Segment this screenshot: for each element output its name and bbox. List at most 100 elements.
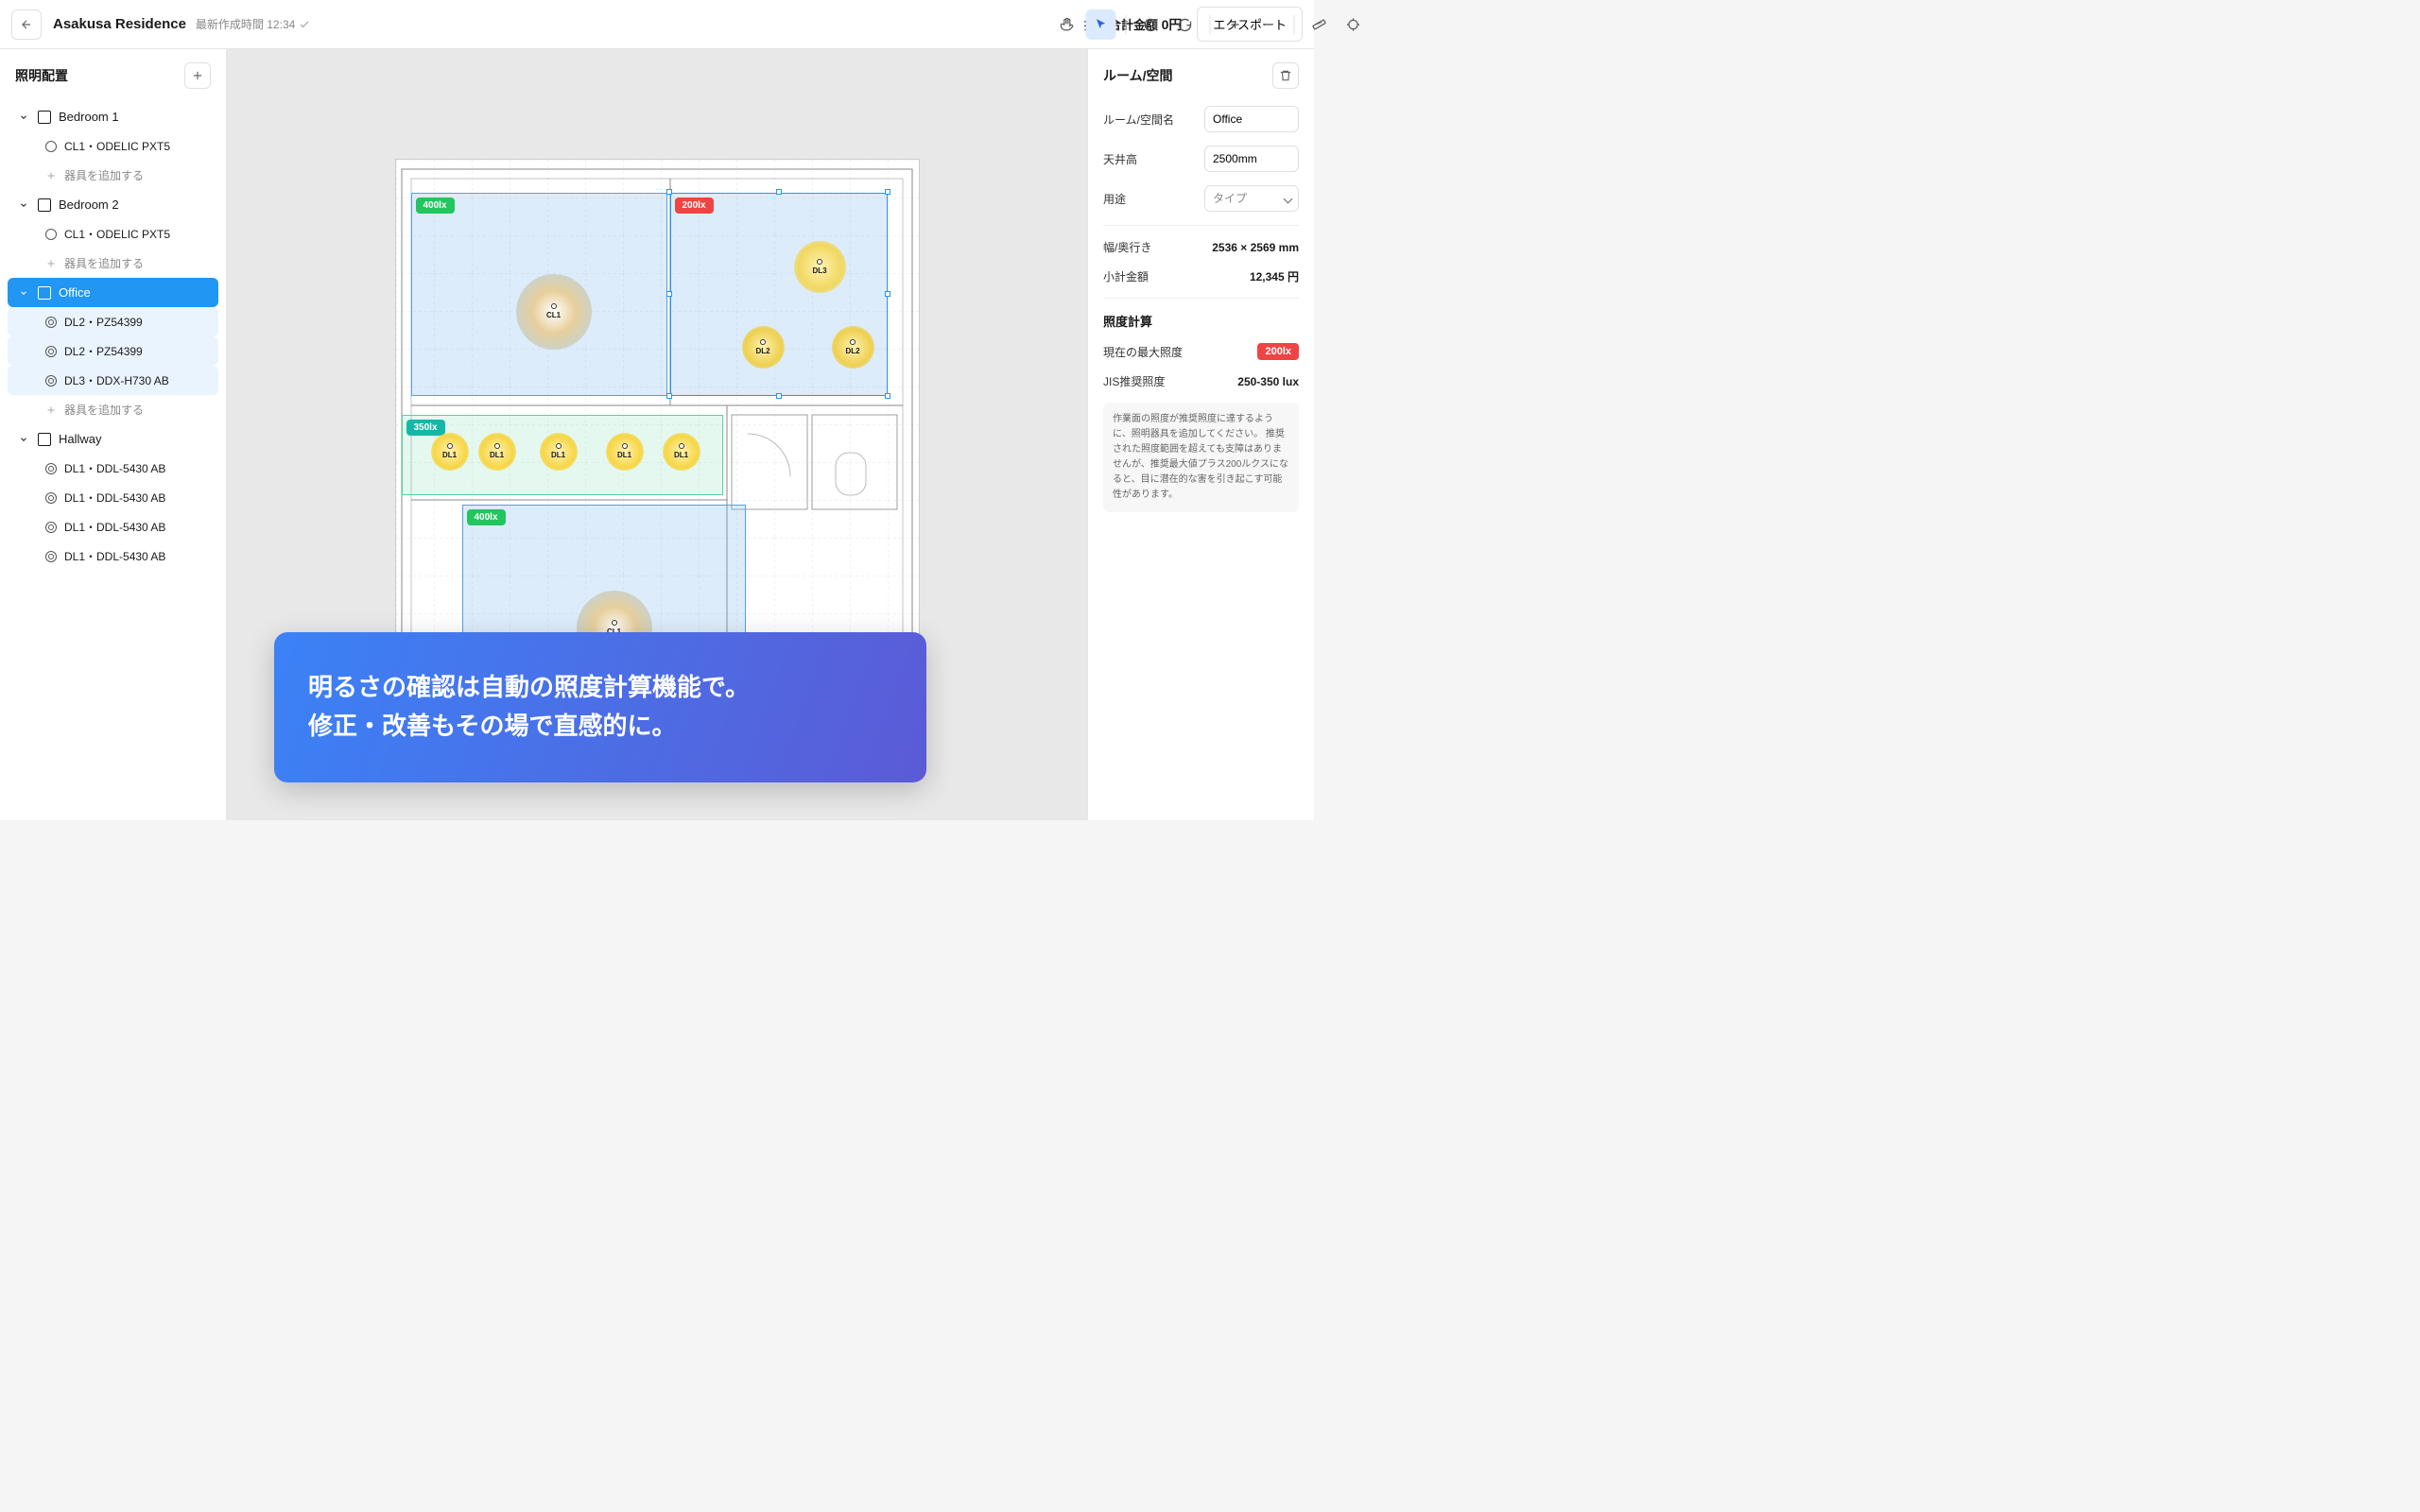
light-dl1[interactable]: DL1 bbox=[540, 433, 578, 471]
pan-tool[interactable] bbox=[1052, 9, 1082, 40]
plus-icon bbox=[45, 170, 57, 181]
resize-handle[interactable] bbox=[666, 393, 672, 399]
chevron-down-icon bbox=[17, 200, 30, 210]
room-label: Bedroom 1 bbox=[59, 110, 119, 124]
target-tool[interactable] bbox=[1339, 9, 1369, 40]
downlight-icon bbox=[45, 346, 57, 357]
sidebar-room-bedroom-1[interactable]: Bedroom 1 bbox=[8, 102, 218, 131]
measure-tool[interactable] bbox=[1305, 9, 1335, 40]
chevron-down-icon bbox=[17, 435, 30, 444]
resize-handle[interactable] bbox=[885, 189, 890, 195]
fixture-item[interactable]: DL1・DDL-5430 AB bbox=[8, 483, 218, 512]
subtotal-value: 12,345 円 bbox=[1250, 268, 1299, 284]
fixture-item[interactable]: DL2・PZ54399 bbox=[8, 307, 218, 336]
downlight-icon bbox=[45, 375, 57, 387]
resize-handle[interactable] bbox=[776, 189, 782, 195]
lux-badge: 400lx bbox=[416, 198, 455, 214]
lux-badge: 350lx bbox=[406, 420, 445, 436]
jis-label: JIS推奨照度 bbox=[1103, 373, 1165, 389]
room-icon bbox=[38, 286, 51, 300]
room-icon bbox=[38, 198, 51, 212]
downlight-icon bbox=[45, 522, 57, 533]
fixture-label: DL2・PZ54399 bbox=[64, 314, 143, 330]
sidebar-room-bedroom-2[interactable]: Bedroom 2 bbox=[8, 190, 218, 219]
light-dl3[interactable]: DL3 bbox=[794, 241, 846, 293]
room-label: Office bbox=[59, 285, 91, 300]
add-fixture-button[interactable]: 器具を追加する bbox=[8, 395, 218, 424]
use-select[interactable]: タイプ bbox=[1204, 185, 1299, 212]
light-dl1[interactable]: DL1 bbox=[478, 433, 516, 471]
redo-button[interactable] bbox=[1170, 9, 1201, 40]
select-tool[interactable] bbox=[1086, 9, 1116, 40]
chevron-down-icon bbox=[17, 112, 30, 122]
fixture-label: DL1・DDL-5430 AB bbox=[64, 490, 165, 506]
fixture-item[interactable]: DL1・DDL-5430 AB bbox=[8, 454, 218, 483]
light-cl1[interactable]: CL1 bbox=[516, 274, 592, 350]
back-button[interactable] bbox=[11, 9, 42, 40]
resize-handle[interactable] bbox=[776, 393, 782, 399]
fixture-item[interactable]: DL2・PZ54399 bbox=[8, 336, 218, 366]
promo-overlay: 明るさの確認は自動の照度計算機能で。 修正・改善もその場で直感的に。 bbox=[274, 632, 926, 782]
zone-office[interactable]: 200lxDL3DL2DL2 bbox=[670, 193, 888, 396]
undo-button[interactable] bbox=[1136, 9, 1167, 40]
ceiling-input[interactable] bbox=[1204, 146, 1299, 172]
panel-title: ルーム/空間 bbox=[1103, 66, 1172, 85]
current-max-label: 現在の最大照度 bbox=[1103, 344, 1183, 360]
remove-tool[interactable] bbox=[1254, 9, 1285, 40]
add-fixture-button[interactable]: 器具を追加する bbox=[8, 249, 218, 278]
timestamp: 最新作成時間 12:34 bbox=[196, 16, 310, 32]
fixture-label: DL1・DDL-5430 AB bbox=[64, 460, 165, 476]
use-label: 用途 bbox=[1103, 191, 1126, 207]
light-dl1[interactable]: DL1 bbox=[606, 433, 644, 471]
fixture-label: DL2・PZ54399 bbox=[64, 343, 143, 359]
room-label: Bedroom 2 bbox=[59, 198, 119, 212]
add-tool[interactable] bbox=[1220, 9, 1251, 40]
delete-button[interactable] bbox=[1272, 62, 1299, 89]
canvas[interactable]: 400lxCL1200lxDL3DL2DL2350lxDL1DL1DL1DL1D… bbox=[227, 49, 1087, 820]
zone-bedroom1[interactable]: 400lx CL1 bbox=[411, 193, 667, 396]
light-dl1[interactable]: DL1 bbox=[431, 433, 469, 471]
project-title: Asakusa Residence bbox=[53, 16, 186, 32]
room-label: Hallway bbox=[59, 432, 102, 446]
plus-icon bbox=[45, 258, 57, 269]
add-room-button[interactable] bbox=[184, 62, 211, 89]
sidebar-title: 照明配置 bbox=[15, 66, 68, 85]
downlight-icon bbox=[45, 317, 57, 328]
zone-hallway[interactable]: 350lxDL1DL1DL1DL1DL1 bbox=[402, 415, 723, 495]
plus-icon bbox=[45, 404, 57, 416]
lux-badge: 400lx bbox=[467, 509, 506, 525]
fixture-label: DL3・DDX-H730 AB bbox=[64, 372, 169, 388]
fixture-item[interactable]: DL3・DDX-H730 AB bbox=[8, 366, 218, 395]
downlight-icon bbox=[45, 551, 57, 562]
sidebar: 照明配置 Bedroom 1 CL1・ODELIC PXT5 器具を追加する Bedr… bbox=[0, 49, 227, 820]
add-fixture-button[interactable]: 器具を追加する bbox=[8, 161, 218, 190]
resize-handle[interactable] bbox=[885, 393, 890, 399]
light-dl2[interactable]: DL2 bbox=[742, 326, 785, 369]
subtotal-label: 小計金額 bbox=[1103, 268, 1149, 284]
sidebar-room-hallway[interactable]: Hallway bbox=[8, 424, 218, 454]
resize-handle[interactable] bbox=[666, 189, 672, 195]
lux-badge: 200lx bbox=[675, 198, 714, 214]
fixture-label: CL1・ODELIC PXT5 bbox=[64, 138, 170, 154]
jis-value: 250-350 lux bbox=[1237, 375, 1299, 388]
dims-label: 幅/奥行き bbox=[1103, 239, 1151, 255]
calc-title: 照度計算 bbox=[1103, 312, 1299, 330]
fixture-label: DL1・DDL-5430 AB bbox=[64, 548, 165, 564]
ceiling-label: 天井高 bbox=[1103, 151, 1137, 167]
light-dl1[interactable]: DL1 bbox=[663, 433, 700, 471]
sidebar-room-office[interactable]: Office bbox=[8, 278, 218, 307]
fixture-item[interactable]: CL1・ODELIC PXT5 bbox=[8, 219, 218, 249]
fixture-item[interactable]: DL1・DDL-5430 AB bbox=[8, 512, 218, 541]
fixture-label: CL1・ODELIC PXT5 bbox=[64, 226, 170, 242]
fixture-item[interactable]: CL1・ODELIC PXT5 bbox=[8, 131, 218, 161]
fixture-item[interactable]: DL1・DDL-5430 AB bbox=[8, 541, 218, 571]
properties-panel: ルーム/空間 ルーム/空間名 天井高 用途 タイプ 幅/奥行き 2536 × 2… bbox=[1087, 49, 1314, 820]
room-name-input[interactable] bbox=[1204, 106, 1299, 132]
resize-handle[interactable] bbox=[666, 291, 672, 297]
dims-value: 2536 × 2569 mm bbox=[1212, 241, 1299, 254]
resize-handle[interactable] bbox=[885, 291, 890, 297]
downlight-icon bbox=[45, 492, 57, 504]
room-name-label: ルーム/空間名 bbox=[1103, 112, 1174, 128]
light-dl2[interactable]: DL2 bbox=[832, 326, 874, 369]
floorplan[interactable]: 400lxCL1200lxDL3DL2DL2350lxDL1DL1DL1DL1D… bbox=[395, 159, 920, 702]
